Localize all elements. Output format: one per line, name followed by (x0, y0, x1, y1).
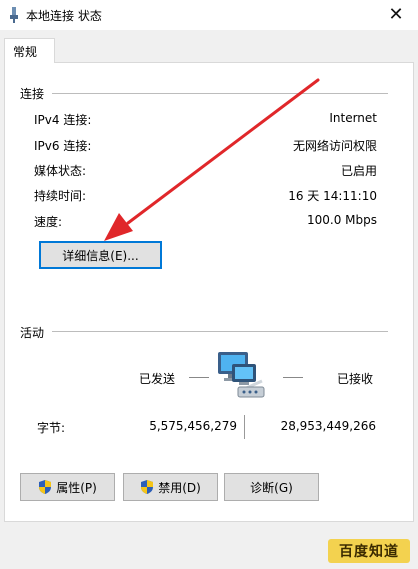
activity-section-label: 活动 (20, 326, 45, 340)
received-label: 已接收 (337, 372, 374, 386)
watermark-logo: 百度知道 (328, 539, 410, 563)
diagnose-button[interactable]: 诊断(G) (224, 473, 319, 501)
shield-icon (39, 480, 52, 494)
bytes-received-value: 28,953,449,266 (280, 419, 376, 433)
disable-button[interactable]: 禁用(D) (123, 473, 218, 501)
watermark-text: 百度知道 (339, 544, 399, 560)
sent-line (189, 377, 209, 378)
tab-general-label: 常规 (13, 45, 38, 59)
properties-button-label: 属性(P) (56, 480, 97, 495)
tab-general[interactable]: 常规 (4, 38, 55, 63)
bytes-divider (244, 415, 245, 439)
disable-button-label: 禁用(D) (158, 480, 201, 495)
activity-divider (52, 331, 388, 332)
sent-label: 已发送 (139, 372, 176, 386)
bytes-sent-value: 5,575,456,279 (149, 419, 237, 433)
properties-button[interactable]: 属性(P) (20, 473, 115, 501)
received-line (283, 377, 303, 378)
bytes-label: 字节: (37, 421, 66, 435)
network-computers-icon (218, 352, 265, 398)
shield-icon (141, 480, 154, 494)
diagnose-button-label: 诊断(G) (250, 480, 293, 495)
